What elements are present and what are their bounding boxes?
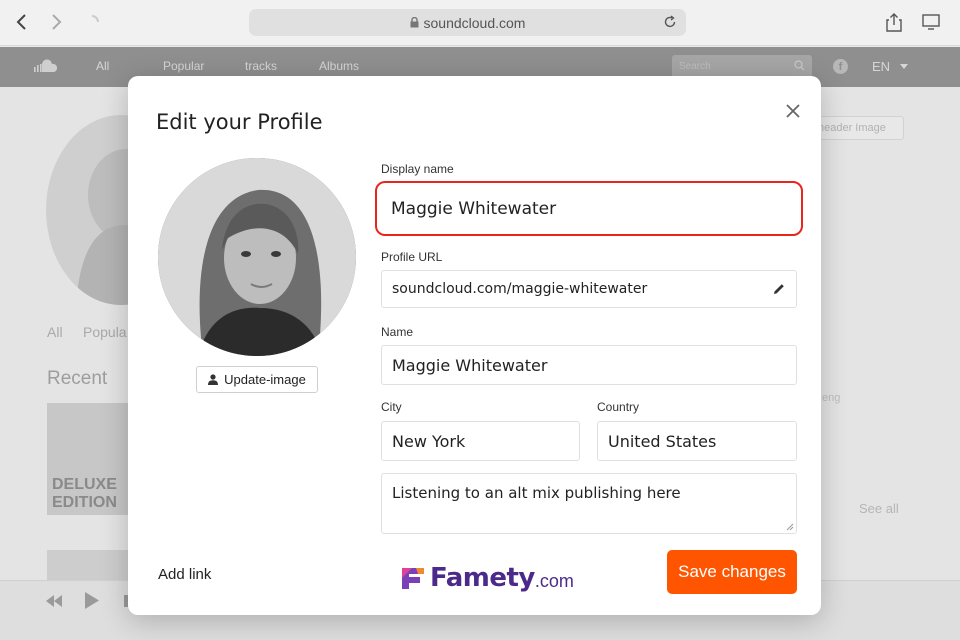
profile-tab-all[interactable]: All bbox=[47, 324, 63, 340]
user-icon bbox=[208, 374, 219, 385]
soundcloud-logo-icon[interactable] bbox=[33, 59, 59, 78]
profile-url-label: Profile URL bbox=[381, 250, 443, 264]
site-nav-tracks[interactable]: tracks bbox=[245, 59, 277, 73]
language-selector[interactable]: EN bbox=[872, 59, 890, 74]
search-icon bbox=[794, 60, 805, 71]
back-icon[interactable] bbox=[10, 10, 34, 34]
bio-textarea[interactable]: Listening to an alt mix publishing here bbox=[381, 473, 797, 534]
browser-toolbar: soundcloud.com bbox=[0, 0, 960, 46]
watermark-logo: Famety .com bbox=[400, 560, 574, 596]
share-icon[interactable] bbox=[882, 10, 906, 34]
resize-handle-icon[interactable] bbox=[786, 523, 794, 531]
url-text: soundcloud.com bbox=[423, 14, 526, 31]
profile-url-field[interactable]: soundcloud.com/maggie-whitewater bbox=[381, 270, 797, 308]
country-label: Country bbox=[597, 400, 640, 414]
update-image-label: Update-image bbox=[224, 372, 306, 387]
display-icon[interactable] bbox=[919, 10, 943, 34]
city-value: New York bbox=[392, 431, 466, 451]
site-nav-popular[interactable]: Popular bbox=[163, 59, 204, 73]
forward-icon[interactable] bbox=[44, 10, 68, 34]
album-art-text: DELUXE EDITION bbox=[52, 476, 117, 511]
recent-heading: Recent bbox=[47, 368, 108, 389]
name-field[interactable]: Maggie Whitewater bbox=[381, 345, 797, 385]
pencil-icon[interactable] bbox=[772, 282, 786, 296]
reload-icon[interactable] bbox=[662, 14, 678, 30]
update-image-button[interactable]: Update-image bbox=[196, 366, 318, 393]
see-all-link[interactable]: See all bbox=[859, 501, 899, 516]
country-value: United States bbox=[608, 431, 717, 451]
rewind-icon[interactable] bbox=[46, 595, 62, 607]
watermark-name: Famety bbox=[430, 563, 535, 593]
faded-text: eng bbox=[822, 392, 841, 404]
play-icon[interactable] bbox=[85, 592, 99, 609]
profile-tab-popular[interactable]: Popula bbox=[83, 324, 127, 340]
facebook-icon[interactable]: f bbox=[833, 59, 848, 74]
recent-album-card-2[interactable] bbox=[47, 550, 129, 580]
lock-icon bbox=[410, 17, 419, 28]
country-field[interactable]: United States bbox=[597, 421, 797, 461]
display-name-label: Display name bbox=[381, 162, 454, 176]
profile-url-value: soundcloud.com/maggie-whitewater bbox=[392, 281, 648, 297]
close-icon[interactable] bbox=[783, 101, 803, 121]
name-value: Maggie Whitewater bbox=[392, 355, 548, 375]
display-name-field[interactable]: Maggie Whitewater bbox=[375, 181, 803, 236]
city-field[interactable]: New York bbox=[381, 421, 580, 461]
modal-title: Edit your Profile bbox=[156, 110, 323, 134]
address-bar[interactable]: soundcloud.com bbox=[249, 9, 686, 36]
famety-logo-icon bbox=[402, 568, 424, 589]
spinner-icon bbox=[80, 10, 104, 34]
bio-value: Listening to an alt mix publishing here bbox=[392, 484, 681, 502]
edit-profile-modal: Edit your Profile Update-image Display n… bbox=[128, 76, 821, 615]
watermark-suffix: .com bbox=[534, 570, 574, 591]
site-nav-all[interactable]: All bbox=[96, 59, 109, 73]
header-image-button[interactable]: header Image bbox=[810, 116, 904, 140]
display-name-value: Maggie Whitewater bbox=[391, 198, 557, 219]
chevron-down-icon bbox=[900, 64, 908, 69]
site-search-input[interactable]: Search bbox=[672, 55, 812, 78]
save-changes-button[interactable]: Save changes bbox=[667, 550, 797, 594]
site-nav-albums[interactable]: Albums bbox=[319, 59, 359, 73]
profile-avatar bbox=[158, 158, 356, 356]
add-link-button[interactable]: Add link bbox=[158, 566, 211, 583]
city-label: City bbox=[381, 400, 402, 414]
name-label: Name bbox=[381, 325, 414, 339]
